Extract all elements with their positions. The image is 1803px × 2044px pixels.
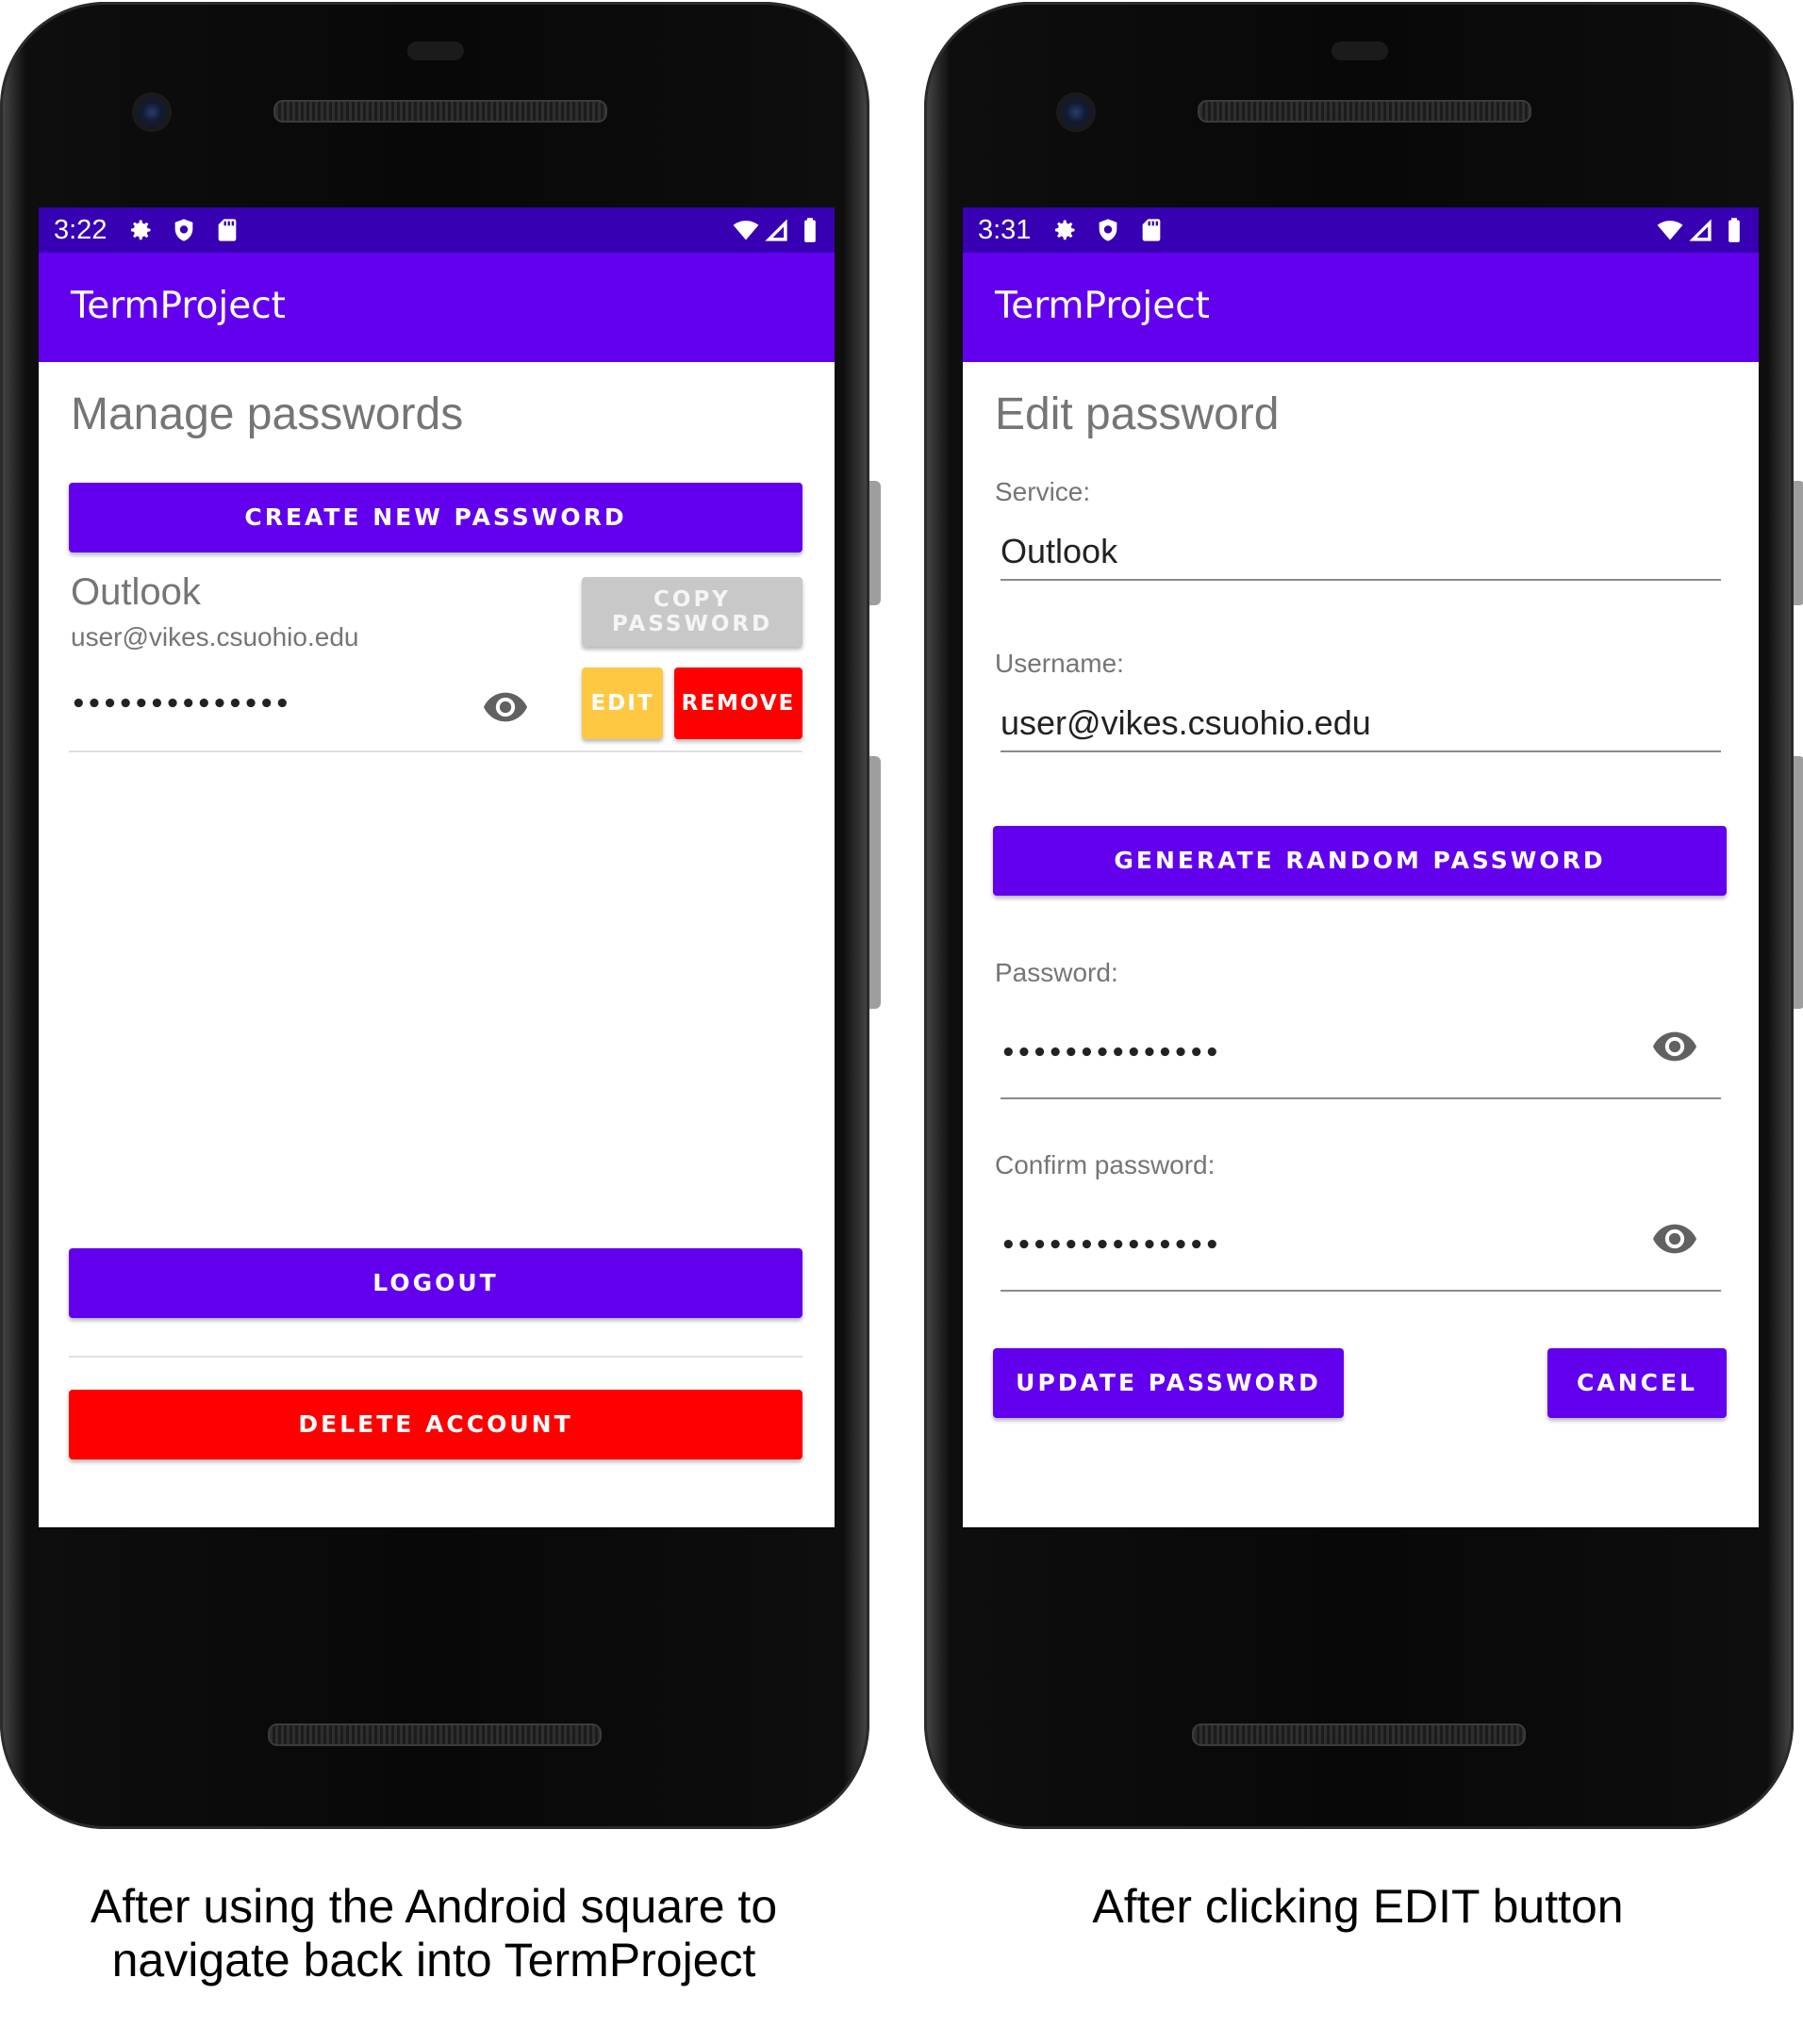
android-nav-bar — [39, 1527, 835, 1529]
username-label: Username: — [995, 649, 1124, 678]
volume-button — [1794, 756, 1803, 1009]
sd-card-icon — [218, 219, 237, 241]
earpiece — [1332, 41, 1388, 60]
confirm-password-field-underline — [1001, 1290, 1721, 1292]
entry-username: user@vikes.csuohio.edu — [71, 622, 359, 651]
app-title: TermProject — [995, 285, 1210, 327]
shield-icon — [1099, 219, 1117, 241]
create-new-password-button[interactable]: CREATE NEW PASSWORD — [69, 483, 802, 552]
battery-icon — [804, 218, 816, 242]
confirm-password-field[interactable]: •••••••••••••• — [1001, 1231, 1220, 1260]
app-bar: TermProject — [39, 253, 835, 362]
power-button — [1794, 481, 1803, 605]
logout-button[interactable]: LOGOUT — [69, 1248, 802, 1318]
copy-password-label: COPY PASSWORD — [611, 586, 773, 636]
earpiece — [407, 41, 464, 60]
edit-button[interactable]: EDIT — [582, 668, 663, 739]
edit-password-content: Edit password Service: Outlook Username:… — [963, 362, 1759, 1527]
generate-random-password-button[interactable]: GENERATE RANDOM PASSWORD — [993, 826, 1727, 896]
show-password-eye-icon[interactable] — [484, 692, 527, 722]
password-label: Password: — [995, 958, 1118, 987]
confirm-password-label: Confirm password: — [995, 1150, 1216, 1179]
app-bar: TermProject — [963, 253, 1759, 362]
password-field[interactable]: •••••••••••••• — [1001, 1039, 1220, 1067]
password-field-underline — [1001, 1097, 1721, 1099]
phone-frame-left: 3:22 TermProject Manage passwords CREATE… — [0, 2, 881, 1829]
entry-service: Outlook — [71, 571, 201, 613]
manage-passwords-content: Manage passwords CREATE NEW PASSWORD Out… — [39, 362, 835, 1527]
screen-left: 3:22 TermProject Manage passwords CREATE… — [39, 207, 835, 1529]
copy-password-button[interactable]: COPY PASSWORD — [582, 577, 802, 647]
caption-left-line-1: After using the Android square to — [90, 1880, 778, 1933]
android-nav-bar — [963, 1527, 1759, 1529]
cancel-button[interactable]: CANCEL — [1547, 1348, 1727, 1418]
front-camera — [132, 92, 172, 132]
caption-left-line-2: navigate back into TermProject — [111, 1934, 756, 1986]
app-title: TermProject — [71, 285, 286, 327]
delete-account-button[interactable]: DELETE ACCOUNT — [69, 1390, 802, 1459]
front-camera — [1056, 92, 1096, 132]
confirm-visibility-eye-icon[interactable] — [1653, 1224, 1696, 1254]
top-speaker — [1198, 100, 1531, 123]
password-visibility-eye-icon[interactable] — [1653, 1031, 1696, 1062]
caption-left: After using the Android square to naviga… — [38, 1880, 830, 1987]
gear-icon — [130, 220, 151, 240]
service-field[interactable]: Outlook — [1001, 532, 1117, 571]
status-time: 3:22 — [54, 215, 108, 245]
top-speaker — [273, 100, 607, 123]
power-button — [869, 481, 881, 605]
masked-password: •••••••••••••• — [71, 690, 290, 718]
screen-right: 3:31 TermProject Edit password Service: … — [963, 207, 1759, 1529]
status-bar: 3:22 — [39, 207, 835, 253]
battery-icon — [1729, 218, 1740, 242]
username-field[interactable]: user@vikes.csuohio.edu — [1001, 703, 1371, 743]
page-title: Manage passwords — [71, 389, 464, 439]
signal-icon — [1689, 219, 1712, 241]
volume-button — [869, 756, 881, 1009]
service-field-underline — [1001, 579, 1721, 581]
update-password-button[interactable]: UPDATE PASSWORD — [993, 1348, 1344, 1418]
caption-right: After clicking EDIT button — [1092, 1880, 1624, 1933]
username-field-underline — [1001, 750, 1721, 752]
shield-icon — [174, 219, 193, 241]
bottom-speaker — [1192, 1723, 1526, 1746]
status-time: 3:31 — [978, 215, 1032, 245]
sd-card-icon — [1142, 219, 1161, 241]
signal-icon — [765, 219, 787, 241]
bottom-speaker — [268, 1723, 602, 1746]
service-label: Service: — [995, 477, 1091, 506]
section-divider — [69, 1356, 802, 1358]
phone-frame-right: 3:31 TermProject Edit password Service: … — [924, 2, 1803, 1829]
status-bar: 3:31 — [963, 207, 1759, 253]
page-title: Edit password — [995, 389, 1280, 439]
wifi-icon — [1657, 221, 1683, 240]
entry-divider — [69, 750, 802, 752]
remove-button[interactable]: REMOVE — [674, 668, 802, 739]
gear-icon — [1054, 220, 1075, 240]
wifi-icon — [733, 221, 759, 240]
